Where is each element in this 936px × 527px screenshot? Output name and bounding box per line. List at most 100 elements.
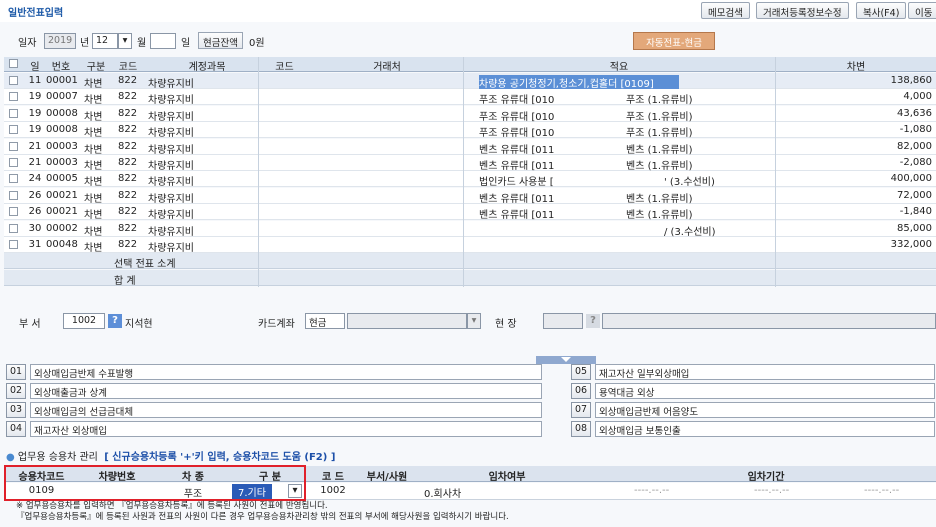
- cell-code: 822: [118, 157, 138, 168]
- client-info-edit-button[interactable]: 거래처등록정보수정: [756, 2, 849, 19]
- option-number[interactable]: 06: [571, 383, 591, 399]
- cell-code: 822: [118, 140, 138, 152]
- collapse-tab[interactable]: [536, 356, 596, 364]
- option-label[interactable]: 외상매입금의 선급금대체: [30, 402, 542, 418]
- row-checkbox[interactable]: [9, 92, 18, 102]
- option-number[interactable]: 03: [6, 402, 26, 418]
- cell-day: 24: [28, 173, 42, 185]
- row-checkbox[interactable]: [9, 223, 18, 233]
- cell-code: 822: [118, 91, 138, 103]
- cell-day: 11: [28, 75, 42, 86]
- cell-account: 차량유지비: [148, 177, 194, 189]
- col-account: 계정과목: [188, 62, 226, 73]
- cell-code: 822: [118, 239, 138, 250]
- cell-no: 00021: [46, 189, 78, 201]
- row-checkbox[interactable]: [9, 207, 18, 217]
- row-checkbox[interactable]: [9, 158, 18, 167]
- table-row[interactable]: 21 00003 차변 822 차량유지비 벤츠 유류대 [011 벤츠 (1.유류비) -2…: [4, 155, 936, 172]
- chevron-down-icon[interactable]: ▾: [118, 33, 132, 49]
- memo-search-button[interactable]: 메모검색: [701, 2, 750, 19]
- table-row[interactable]: 31 00048 차변 822 차량유지비 332,000: [4, 237, 936, 254]
- car-lease-value: 0.회사차: [424, 489, 462, 500]
- site-help-icon[interactable]: ?: [586, 314, 600, 328]
- option-label[interactable]: 외상매입금반제 수표발행: [30, 364, 542, 380]
- cell-account: 차량유지비: [148, 210, 194, 222]
- table-row[interactable]: 19 00007 차변 822 차량유지비 푸조 유류대 [010 푸조 (1.유류비) 4,…: [4, 89, 936, 107]
- table-row[interactable]: 19 00008 차변 822 차량유지비 푸조 유류대 [010 푸조 (1.유류비) -1…: [4, 122, 936, 139]
- card-account-field[interactable]: 현금: [305, 313, 345, 329]
- move-button[interactable]: 이동: [908, 2, 936, 19]
- cell-memo: 법인카드 사용분 [: [479, 177, 554, 189]
- cell-day: 19: [28, 91, 42, 103]
- row-checkbox[interactable]: [9, 174, 18, 184]
- option-number[interactable]: 02: [6, 383, 26, 399]
- cell-code: 822: [118, 75, 138, 86]
- day-field[interactable]: [150, 33, 176, 49]
- car-col-dept: 부서/사원: [366, 472, 408, 483]
- cell-debit: 332,000: [890, 239, 932, 250]
- cell-code: 822: [118, 222, 138, 234]
- cell-no: 00002: [46, 222, 78, 234]
- row-checkbox[interactable]: [9, 125, 18, 135]
- option-number[interactable]: 01: [6, 364, 26, 380]
- dept-code-field[interactable]: 1002: [63, 313, 105, 329]
- option-label[interactable]: 외상매출금과 상계: [30, 383, 542, 399]
- row-checkbox[interactable]: [9, 240, 18, 249]
- cell-type: 차변: [84, 161, 103, 172]
- table-row[interactable]: 21 00003 차변 822 차량유지비 벤츠 유류대 [011 벤츠 (1.유류비) 82…: [4, 138, 936, 156]
- auto-voucher-cash-button[interactable]: 자동전표-현금: [633, 32, 715, 50]
- card-account-select[interactable]: [347, 313, 467, 329]
- table-row[interactable]: 24 00005 차변 822 차량유지비 법인카드 사용분 [' (3.수선비) 400,…: [4, 171, 936, 189]
- dept-label: 부 서: [19, 319, 41, 330]
- total-label: 합 계: [114, 276, 136, 287]
- subtotal-label: 선택 전표 소계: [114, 259, 176, 270]
- chevron-down-icon[interactable]: ▾: [467, 313, 481, 329]
- table-row[interactable]: 11 00001 차변 822 차량유지비 차량용 공기청정기,청소기,컵홀더 [0109…: [4, 73, 936, 90]
- year-field: 2019: [44, 33, 76, 49]
- select-all-checkbox[interactable]: [9, 59, 18, 68]
- lease-mid-value[interactable]: ----.--.--: [754, 485, 789, 496]
- note-line: ※ 업무용승용차를 입력하면 『업무용승용차등록』에 등록된 사원이 전표에 반…: [16, 501, 328, 511]
- cell-code: 822: [118, 173, 138, 185]
- row-checkbox[interactable]: [9, 190, 18, 200]
- dept-help-icon[interactable]: ?: [108, 314, 122, 328]
- option-label[interactable]: 용역대금 외상: [595, 383, 935, 399]
- car-col-period: 임차기간: [747, 472, 785, 483]
- car-dept-code-value[interactable]: 1002: [310, 485, 356, 496]
- table-row[interactable]: 30 00002 차변 822 차량유지비 / (3.수선비) 85,000: [4, 220, 936, 238]
- option-number[interactable]: 05: [571, 364, 591, 380]
- site-code-field[interactable]: [543, 313, 583, 329]
- table-row[interactable]: 26 00021 차변 822 차량유지비 벤츠 유류대 [011 벤츠 (1.유류비) -1…: [4, 204, 936, 222]
- table-row[interactable]: 26 00021 차변 822 차량유지비 벤츠 유류대 [011 벤츠 (1.유류비) 72…: [4, 187, 936, 205]
- lease-start-value[interactable]: ----.--.--: [634, 485, 669, 496]
- copy-button[interactable]: 복사(F4): [856, 2, 907, 19]
- option-label[interactable]: 재고자산 외상매입: [30, 421, 542, 437]
- table-row[interactable]: 19 00008 차변 822 차량유지비 푸조 유류대 [010 푸조 (1.유류비) 43…: [4, 105, 936, 123]
- option-number[interactable]: 07: [571, 402, 591, 418]
- row-checkbox[interactable]: [9, 141, 18, 151]
- car-section-hint: [ 신규승용차등록 '+'키 입력, 승용차코드 도움 (F2) ]: [104, 452, 336, 463]
- option-number[interactable]: 08: [571, 421, 591, 437]
- option-label[interactable]: 외상매입금 보통인출: [595, 421, 935, 437]
- row-checkbox[interactable]: [9, 108, 18, 118]
- cell-type: 차변: [84, 111, 103, 123]
- option-label[interactable]: 재고자산 일부외상매입: [595, 364, 935, 380]
- col-client-code: 코드: [275, 62, 294, 73]
- lease-end-value[interactable]: ----.--.--: [864, 485, 899, 496]
- cell-debit: 138,860: [890, 75, 932, 86]
- option-label[interactable]: 외상매입금반제 어음양도: [595, 402, 935, 418]
- cell-debit: -2,080: [899, 157, 932, 168]
- cell-no: 00001: [46, 75, 78, 86]
- month-select[interactable]: 12: [92, 33, 118, 49]
- option-number[interactable]: 04: [6, 421, 26, 437]
- row-checkbox[interactable]: [9, 76, 18, 85]
- cell-no: 00003: [46, 157, 78, 168]
- cell-day: 21: [28, 157, 42, 168]
- cell-memo-detail: 벤츠 (1.유류비): [626, 144, 693, 156]
- col-day: 일: [30, 62, 40, 73]
- note-line: 『업무용승용차등록』에 등록된 사원과 전표의 사원이 다른 경우 업무용승용차…: [16, 512, 509, 522]
- cell-account: 차량유지비: [148, 95, 194, 107]
- cell-type: 차변: [84, 210, 103, 222]
- cash-balance-button[interactable]: 현금잔액: [198, 32, 243, 49]
- cell-memo-detail: 푸조 (1.유류비): [626, 95, 693, 107]
